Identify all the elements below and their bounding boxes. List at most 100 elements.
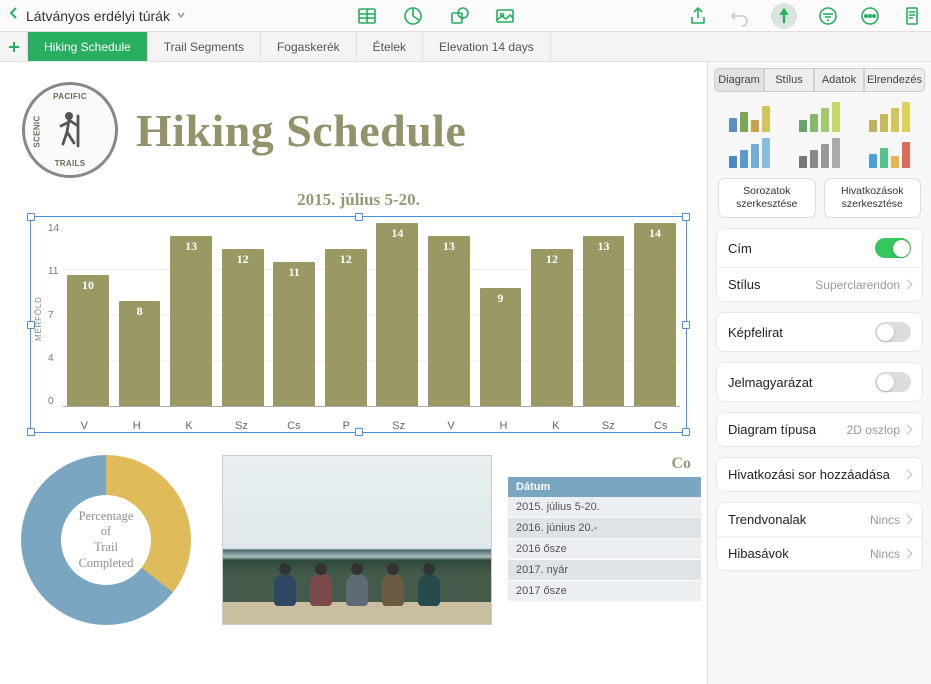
selection-handle[interactable] <box>27 428 35 436</box>
selection-handle[interactable] <box>682 213 690 221</box>
chart-style-swatch[interactable] <box>788 102 850 132</box>
donut-chart[interactable]: Percentage of Trail Completed <box>21 455 191 625</box>
inspector-tab-diagram[interactable]: Diagram <box>714 68 764 92</box>
row-style-label: Stílus <box>728 277 761 292</box>
edit-series-button[interactable]: Sorozatok szerkesztése <box>718 178 816 218</box>
row-chart-type[interactable]: Diagram típusa 2D oszlop <box>717 413 922 446</box>
row-trend-value: Nincs <box>870 513 900 527</box>
data-table[interactable]: Dátum 2015. július 5-20. 2016. június 20… <box>508 477 701 602</box>
chart-style-swatch[interactable] <box>788 138 850 168</box>
more-icon[interactable] <box>859 5 881 27</box>
chevron-right-icon <box>903 470 913 480</box>
share-icon[interactable] <box>687 5 709 27</box>
selection-handle[interactable] <box>27 213 35 221</box>
chart-bar: 12 <box>531 249 573 406</box>
filter-icon[interactable] <box>817 5 839 27</box>
bar-chart[interactable]: MÉRFÖLD 14 11 7 4 0 10813121112141391213… <box>30 216 687 433</box>
chevron-right-icon <box>903 515 913 525</box>
table-row[interactable]: 2016. június 20.- <box>508 518 701 539</box>
row-errorbars[interactable]: Hibasávok Nincs <box>717 537 922 570</box>
media-insert-icon[interactable] <box>494 5 516 27</box>
inspector-tab-layout[interactable]: Elrendezés <box>864 68 925 92</box>
row-add-reference[interactable]: Hivatkozási sor hozzáadása <box>717 458 922 491</box>
chart-insert-icon[interactable] <box>402 5 424 27</box>
sheet-tab-3[interactable]: Ételek <box>357 32 423 61</box>
row-error-label: Hibasávok <box>728 546 789 561</box>
legend-toggle[interactable] <box>875 372 911 392</box>
undo-icon[interactable] <box>729 5 751 27</box>
inspector-tab-data[interactable]: Adatok <box>814 68 864 92</box>
row-error-value: Nincs <box>870 547 900 561</box>
edit-references-button[interactable]: Hivatkozások szerkesztése <box>824 178 922 218</box>
row-title[interactable]: Cím <box>717 229 922 268</box>
row-type-value: 2D oszlop <box>847 423 900 437</box>
row-caption-label: Képfelirat <box>728 325 783 340</box>
chart-bar: 12 <box>325 249 367 406</box>
chevron-right-icon <box>903 549 913 559</box>
table-row[interactable]: 2017. nyár <box>508 560 701 581</box>
chart-style-swatch[interactable] <box>718 138 780 168</box>
chart-bar: 14 <box>376 223 418 406</box>
logo-text-left: SCENIC <box>33 115 42 147</box>
sheet-tab-1[interactable]: Trail Segments <box>148 32 261 61</box>
document-title[interactable]: Látványos erdélyi túrák <box>26 8 170 24</box>
title-dropdown-icon[interactable] <box>176 7 186 25</box>
chart-bar: 11 <box>273 262 315 406</box>
inspector-tab-style[interactable]: Stílus <box>764 68 814 92</box>
format-inspector: Diagram Stílus Adatok Elrendezés Sorozat… <box>707 62 931 684</box>
logo-text-bottom: TRAILS <box>55 159 86 168</box>
row-caption[interactable]: Képfelirat <box>717 313 922 351</box>
trail-logo: PACIFIC SCENIC TRAILS <box>22 82 118 178</box>
table-row[interactable]: 2017 ősze <box>508 581 701 602</box>
inline-photo[interactable] <box>222 455 492 625</box>
chart-bar: 13 <box>428 236 470 406</box>
table-header[interactable]: Dátum <box>508 477 701 497</box>
chart-bars: 1081312111214139121314 <box>63 223 680 407</box>
row-addref-label: Hivatkozási sor hozzáadása <box>728 467 890 482</box>
sheet-tab-4[interactable]: Elevation 14 days <box>423 32 551 61</box>
chart-style-swatch[interactable] <box>859 102 921 132</box>
sheet-tab-0[interactable]: Hiking Schedule <box>28 32 148 61</box>
shape-insert-icon[interactable] <box>448 5 470 27</box>
selection-handle[interactable] <box>355 428 363 436</box>
selection-handle[interactable] <box>682 321 690 329</box>
chart-bar: 14 <box>634 223 676 406</box>
chart-bar: 10 <box>67 275 109 406</box>
chart-style-swatch[interactable] <box>859 138 921 168</box>
format-inspector-icon[interactable] <box>771 3 797 29</box>
sheet-tab-bar: Hiking Schedule Trail Segments Fogaskeré… <box>0 32 931 62</box>
chart-bar: 12 <box>222 249 264 406</box>
add-sheet-button[interactable] <box>0 32 28 61</box>
chart-style-swatch[interactable] <box>718 102 780 132</box>
sheet-tab-2[interactable]: Fogaskerék <box>261 32 357 61</box>
row-type-label: Diagram típusa <box>728 422 816 437</box>
logo-text-top: PACIFIC <box>53 92 87 101</box>
table-insert-icon[interactable] <box>356 5 378 27</box>
table-title: Co <box>508 455 701 473</box>
back-icon[interactable] <box>8 6 20 25</box>
row-legend-label: Jelmagyarázat <box>728 375 813 390</box>
x-axis-ticks: VHKSzCsPSzVHKSzCs <box>59 417 686 432</box>
row-title-label: Cím <box>728 241 752 256</box>
selection-handle[interactable] <box>682 428 690 436</box>
table-row[interactable]: 2015. július 5-20. <box>508 497 701 518</box>
chart-bar: 8 <box>119 301 161 406</box>
row-trendlines[interactable]: Trendvonalak Nincs <box>717 503 922 537</box>
selection-handle[interactable] <box>355 213 363 221</box>
caption-toggle[interactable] <box>875 322 911 342</box>
page-title: Hiking Schedule <box>136 104 466 157</box>
chart-title: 2015. július 5-20. <box>30 190 687 210</box>
hiker-icon <box>50 108 90 153</box>
row-style[interactable]: Stílus Superclarendon <box>717 268 922 301</box>
main-toolbar: Látványos erdélyi túrák <box>0 0 931 32</box>
sheet-canvas[interactable]: PACIFIC SCENIC TRAILS Hiking Schedule 20… <box>0 62 707 684</box>
y-axis-ticks: 14 11 7 4 0 <box>44 223 63 407</box>
title-toggle[interactable] <box>875 238 911 258</box>
donut-label: Percentage of Trail Completed <box>67 501 145 579</box>
document-options-icon[interactable] <box>901 5 923 27</box>
chevron-right-icon <box>903 280 913 290</box>
row-legend[interactable]: Jelmagyarázat <box>717 363 922 401</box>
table-row[interactable]: 2016 ősze <box>508 539 701 560</box>
chevron-right-icon <box>903 425 913 435</box>
title-divider <box>150 156 697 160</box>
